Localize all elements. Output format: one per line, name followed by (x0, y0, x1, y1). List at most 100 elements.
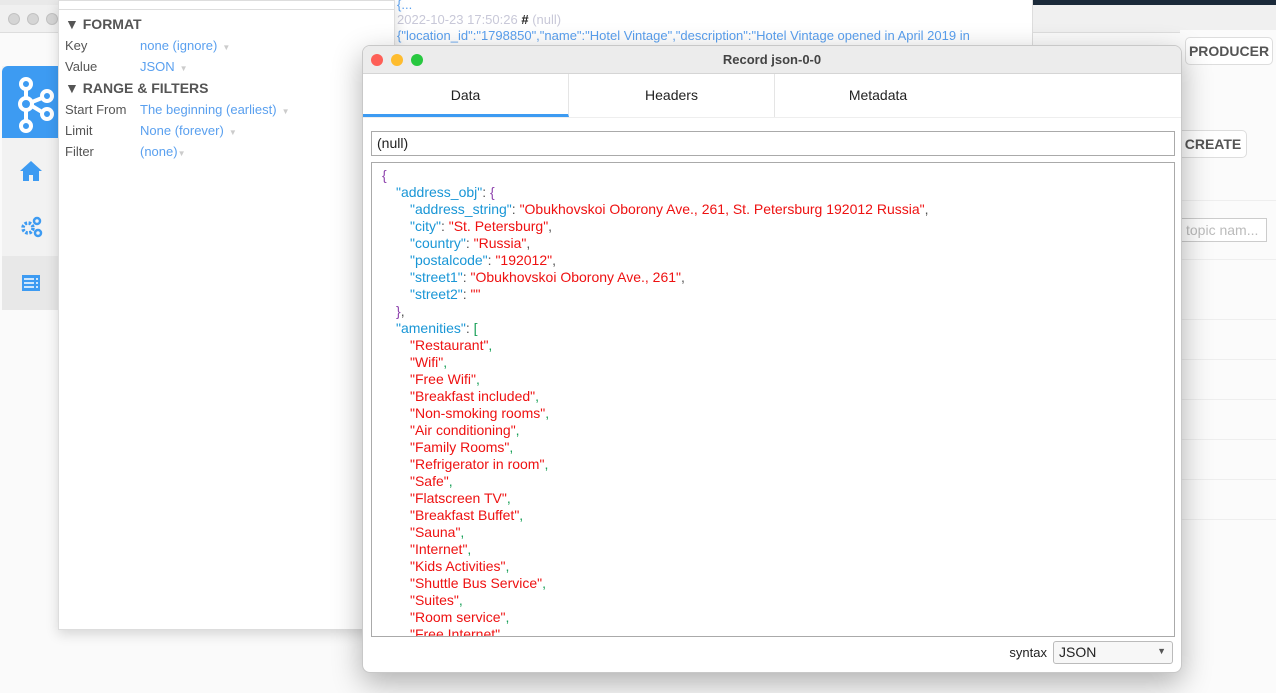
json-line: "address_obj": { (382, 184, 1174, 201)
caret-down-icon: ▼ (1157, 646, 1166, 656)
value-label: Value (65, 59, 98, 74)
json-key: "address_string" (410, 201, 512, 217)
list-icon (21, 275, 40, 291)
json-punct: , (443, 354, 448, 370)
record-key-field[interactable]: (null) (371, 131, 1175, 156)
json-line: { (382, 167, 1174, 184)
range-section-title[interactable]: ▼ RANGE & FILTERS (65, 80, 209, 96)
zoom-button[interactable] (411, 54, 423, 66)
syntax-select[interactable]: JSON ▼ (1053, 641, 1173, 664)
tab-data[interactable]: Data (363, 74, 569, 117)
key-format-select[interactable]: none (ignore) ▼ (140, 38, 230, 53)
json-line: "Free Internet", (382, 626, 1174, 637)
json-string: "Wifi" (410, 354, 444, 370)
sidebar-item-home[interactable] (2, 144, 59, 198)
message-header[interactable]: 2022-10-23 17:50:26 # (null) (397, 12, 561, 27)
json-line: "Air conditioning", (382, 422, 1174, 439)
json-line: "Sauna", (382, 524, 1174, 541)
topic-row (1180, 439, 1276, 440)
start-from-select[interactable]: The beginning (earliest) ▼ (140, 102, 290, 117)
sidebar-item-topics[interactable] (2, 256, 59, 310)
json-punct: : (465, 320, 474, 336)
json-punct: , (500, 626, 504, 637)
value-format-select[interactable]: JSON ▼ (140, 59, 188, 74)
close-button[interactable] (8, 13, 20, 25)
kafka-logo-icon[interactable] (2, 66, 59, 138)
topic-row (1180, 519, 1276, 520)
json-line: "amenities": [ (382, 320, 1174, 337)
sidebar-item-settings[interactable] (2, 200, 59, 254)
json-line: "Restaurant", (382, 337, 1174, 354)
json-line: "Flatscreen TV", (382, 490, 1174, 507)
message-value-collapsed[interactable]: {... (397, 0, 412, 12)
json-punct: , (509, 439, 514, 455)
json-punct: , (924, 201, 929, 217)
json-punct: { (382, 167, 387, 183)
message-timestamp: 2022-10-23 17:50:26 (397, 12, 518, 27)
message-value-preview[interactable]: {"location_id":"1798850","name":"Hotel V… (397, 28, 970, 43)
message-hash: # (521, 12, 529, 27)
json-line: "Shuttle Bus Service", (382, 575, 1174, 592)
start-from-label: Start From (65, 102, 127, 117)
json-string: "Shuttle Bus Service" (410, 575, 543, 591)
caret-down-icon: ▼ (281, 107, 290, 116)
topic-row (1180, 259, 1276, 260)
json-line: "Kids Activities", (382, 558, 1174, 575)
close-button[interactable] (371, 54, 383, 66)
json-string: "St. Petersburg" (448, 218, 549, 234)
json-line: "street1": "Obukhovskoi Oborony Ave., 26… (382, 269, 1174, 286)
json-key: "street2" (410, 286, 463, 302)
syntax-value: JSON (1059, 644, 1097, 660)
messages-list: {... 2022-10-23 17:50:26 # (null) {"loca… (388, 0, 1033, 45)
json-line: "Breakfast included", (382, 388, 1174, 405)
json-punct: , (681, 269, 685, 285)
json-line: }, (382, 303, 1174, 320)
json-string: "Free Wifi" (410, 371, 476, 387)
caret-down-icon: ▼ (179, 64, 188, 73)
json-line: "Suites", (382, 592, 1174, 609)
json-string: "Room service" (410, 609, 506, 625)
topic-row (1180, 479, 1276, 480)
json-punct: , (526, 235, 531, 251)
json-punct: , (544, 456, 549, 472)
producer-button[interactable]: PRODUCER (1185, 37, 1273, 65)
dialog-title: Record json-0-0 (722, 52, 822, 67)
json-punct: , (505, 609, 510, 625)
tab-headers[interactable]: Headers (569, 74, 775, 117)
caret-down-icon: ▼ (177, 149, 186, 158)
json-punct: , (400, 303, 405, 319)
json-string: "Refrigerator in room" (410, 456, 545, 472)
minimize-button[interactable] (391, 54, 403, 66)
format-section-title[interactable]: ▼ FORMAT (65, 16, 142, 32)
json-string: "Russia" (473, 235, 527, 251)
minimize-button[interactable] (27, 13, 39, 25)
limit-select[interactable]: None (forever) ▼ (140, 123, 237, 138)
filter-select[interactable]: (none)▼ (140, 144, 186, 159)
json-string: "Safe" (410, 473, 449, 489)
sidebar (2, 66, 59, 310)
key-label: Key (65, 38, 88, 53)
json-line: "Refrigerator in room", (382, 456, 1174, 473)
json-punct: , (535, 388, 540, 404)
json-value-editor[interactable]: {"address_obj": {"address_string": "Obuk… (371, 162, 1175, 637)
json-punct: [ (473, 320, 478, 336)
json-punct: , (448, 473, 453, 489)
json-punct: : (462, 286, 471, 302)
create-button[interactable]: CREATE (1180, 130, 1247, 158)
message-key: (null) (532, 12, 562, 27)
json-punct: , (467, 541, 472, 557)
json-string: "Breakfast Buffet" (410, 507, 520, 523)
json-punct: , (542, 575, 547, 591)
gears-icon (20, 216, 42, 238)
json-string: "Obukhovskoi Oborony Ave., 261, St. Pete… (519, 201, 925, 217)
tab-metadata[interactable]: Metadata (775, 74, 981, 117)
zoom-button[interactable] (46, 13, 58, 25)
json-punct: , (475, 371, 480, 387)
syntax-control: syntax JSON ▼ (1009, 641, 1173, 664)
filter-value: (none) (140, 144, 178, 159)
json-punct: : (462, 269, 471, 285)
topic-name-filter-input[interactable]: topic nam... (1180, 218, 1267, 242)
json-punct: , (458, 592, 463, 608)
json-punct: , (460, 524, 465, 540)
caret-down-icon: ▼ (222, 43, 231, 52)
